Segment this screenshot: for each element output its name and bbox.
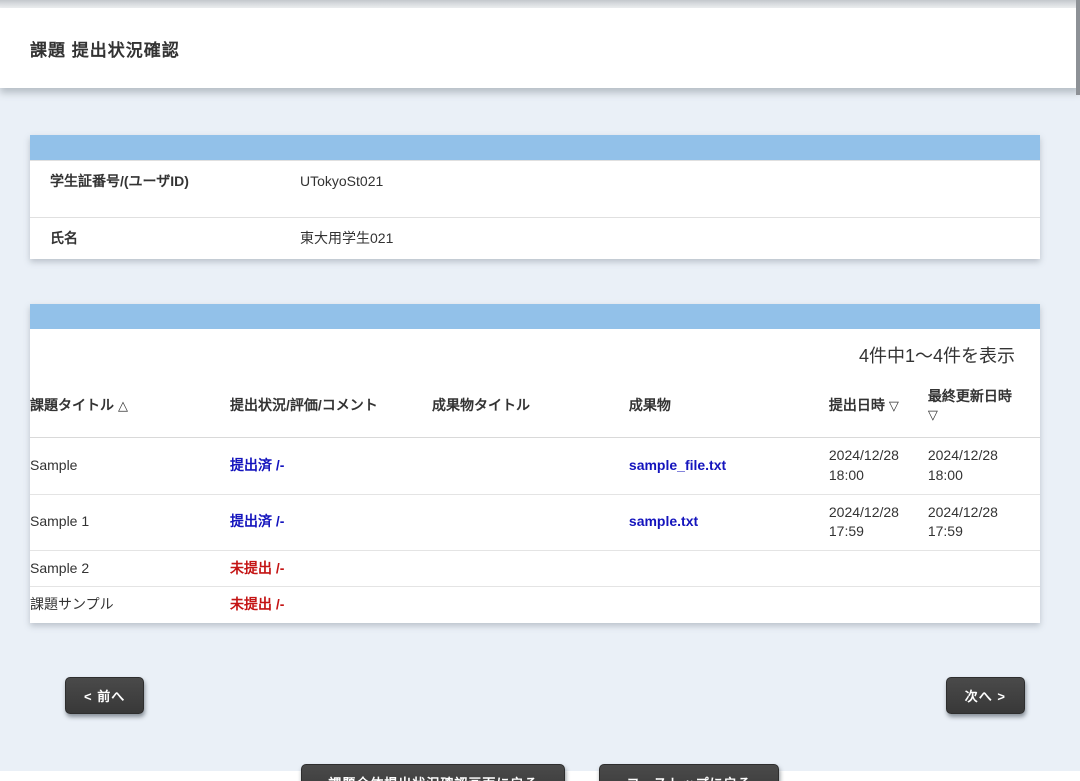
status-badge: 未提出 /- [230, 560, 284, 576]
student-id-label: 学生証番号/(ユーザID) [30, 161, 255, 202]
submitted-at-cell [829, 587, 928, 623]
status-badge: 提出済 /- [230, 513, 284, 529]
artifact-link[interactable]: sample.txt [629, 513, 698, 529]
last-updated-cell [928, 587, 1040, 623]
last-updated-cell: 2024/12/28 17:59 [928, 494, 1040, 550]
status-cell: 未提出 /- [230, 587, 432, 623]
scrollbar-thumb[interactable] [1076, 0, 1080, 95]
artifact-link[interactable]: sample_file.txt [629, 457, 726, 473]
artifact-cell [629, 587, 829, 623]
student-name-row: 氏名 東大用学生021 [30, 217, 1040, 259]
table-row: 課題サンプル 未提出 /- [30, 587, 1040, 623]
assignment-title-cell: Sample 2 [30, 550, 230, 587]
sort-desc-icon[interactable]: ▽ [889, 398, 899, 413]
student-info-header-bar [30, 135, 1040, 160]
submissions-panel: 4件中1〜4件を表示 課題タイトル△ 提出状況/評価/コメント 成果物タイトル [30, 304, 1040, 623]
column-header-status: 提出状況/評価/コメント [230, 379, 432, 438]
assignment-title-cell: 課題サンプル [30, 587, 230, 623]
student-id-value: UTokyoSt021 [255, 161, 383, 202]
submitted-at-cell: 2024/12/28 17:59 [829, 494, 928, 550]
table-row: Sample 提出済 /- sample_file.txt 2024/12/28… [30, 438, 1040, 494]
sort-desc-icon[interactable]: ▽ [928, 406, 1032, 424]
assignment-title-cell: Sample [30, 438, 230, 494]
last-updated-cell: 2024/12/28 18:00 [928, 438, 1040, 494]
submitted-at-cell [829, 550, 928, 587]
next-page-button[interactable]: 次へ > [946, 677, 1025, 714]
column-header-artifact-title: 成果物タイトル [432, 379, 629, 438]
table-row: Sample 1 提出済 /- sample.txt 2024/12/28 17… [30, 494, 1040, 550]
status-badge: 未提出 /- [230, 596, 284, 612]
column-header-submitted-at[interactable]: 提出日時▽ [829, 379, 928, 438]
result-count-text: 4件中1〜4件を表示 [30, 329, 1040, 379]
column-header-last-updated[interactable]: 最終更新日時▽ [928, 379, 1040, 438]
student-id-row: 学生証番号/(ユーザID) UTokyoSt021 [30, 160, 1040, 217]
last-updated-cell [928, 550, 1040, 587]
submitted-at-cell: 2024/12/28 18:00 [829, 438, 928, 494]
artifact-title-cell [432, 494, 629, 550]
artifact-cell: sample_file.txt [629, 438, 829, 494]
artifact-cell [629, 550, 829, 587]
status-cell: 提出済 /- [230, 494, 432, 550]
table-header-row: 課題タイトル△ 提出状況/評価/コメント 成果物タイトル 成果物 提出日時▽ [30, 379, 1040, 438]
prev-page-button[interactable]: < 前へ [65, 677, 144, 714]
submissions-table: 課題タイトル△ 提出状況/評価/コメント 成果物タイトル 成果物 提出日時▽ [30, 379, 1040, 623]
student-info-panel: 学生証番号/(ユーザID) UTokyoSt021 氏名 東大用学生021 [30, 135, 1040, 259]
artifact-title-cell [432, 438, 629, 494]
window-top-edge [0, 0, 1080, 8]
table-row: Sample 2 未提出 /- [30, 550, 1040, 587]
artifact-cell: sample.txt [629, 494, 829, 550]
status-badge: 提出済 /- [230, 457, 284, 473]
pagination: < 前へ 次へ > [65, 677, 1025, 714]
status-cell: 提出済 /- [230, 438, 432, 494]
artifact-title-cell [432, 587, 629, 623]
artifact-title-cell [432, 550, 629, 587]
submissions-header-bar [30, 304, 1040, 329]
column-header-assignment-title[interactable]: 課題タイトル△ [30, 379, 230, 438]
page-title: 課題 提出状況確認 [30, 36, 180, 61]
student-name-label: 氏名 [30, 218, 255, 259]
footer-actions: 課題全体提出状況確認画面に戻る コーストップに戻る [0, 764, 1080, 781]
student-name-value: 東大用学生021 [255, 218, 393, 259]
assignment-title-cell: Sample 1 [30, 494, 230, 550]
back-to-overall-status-button[interactable]: 課題全体提出状況確認画面に戻る [301, 764, 565, 781]
page-header: 課題 提出状況確認 [0, 8, 1080, 88]
column-header-artifact: 成果物 [629, 379, 829, 438]
status-cell: 未提出 /- [230, 550, 432, 587]
back-to-course-top-button[interactable]: コーストップに戻る [599, 764, 778, 781]
sort-asc-icon[interactable]: △ [118, 398, 128, 413]
